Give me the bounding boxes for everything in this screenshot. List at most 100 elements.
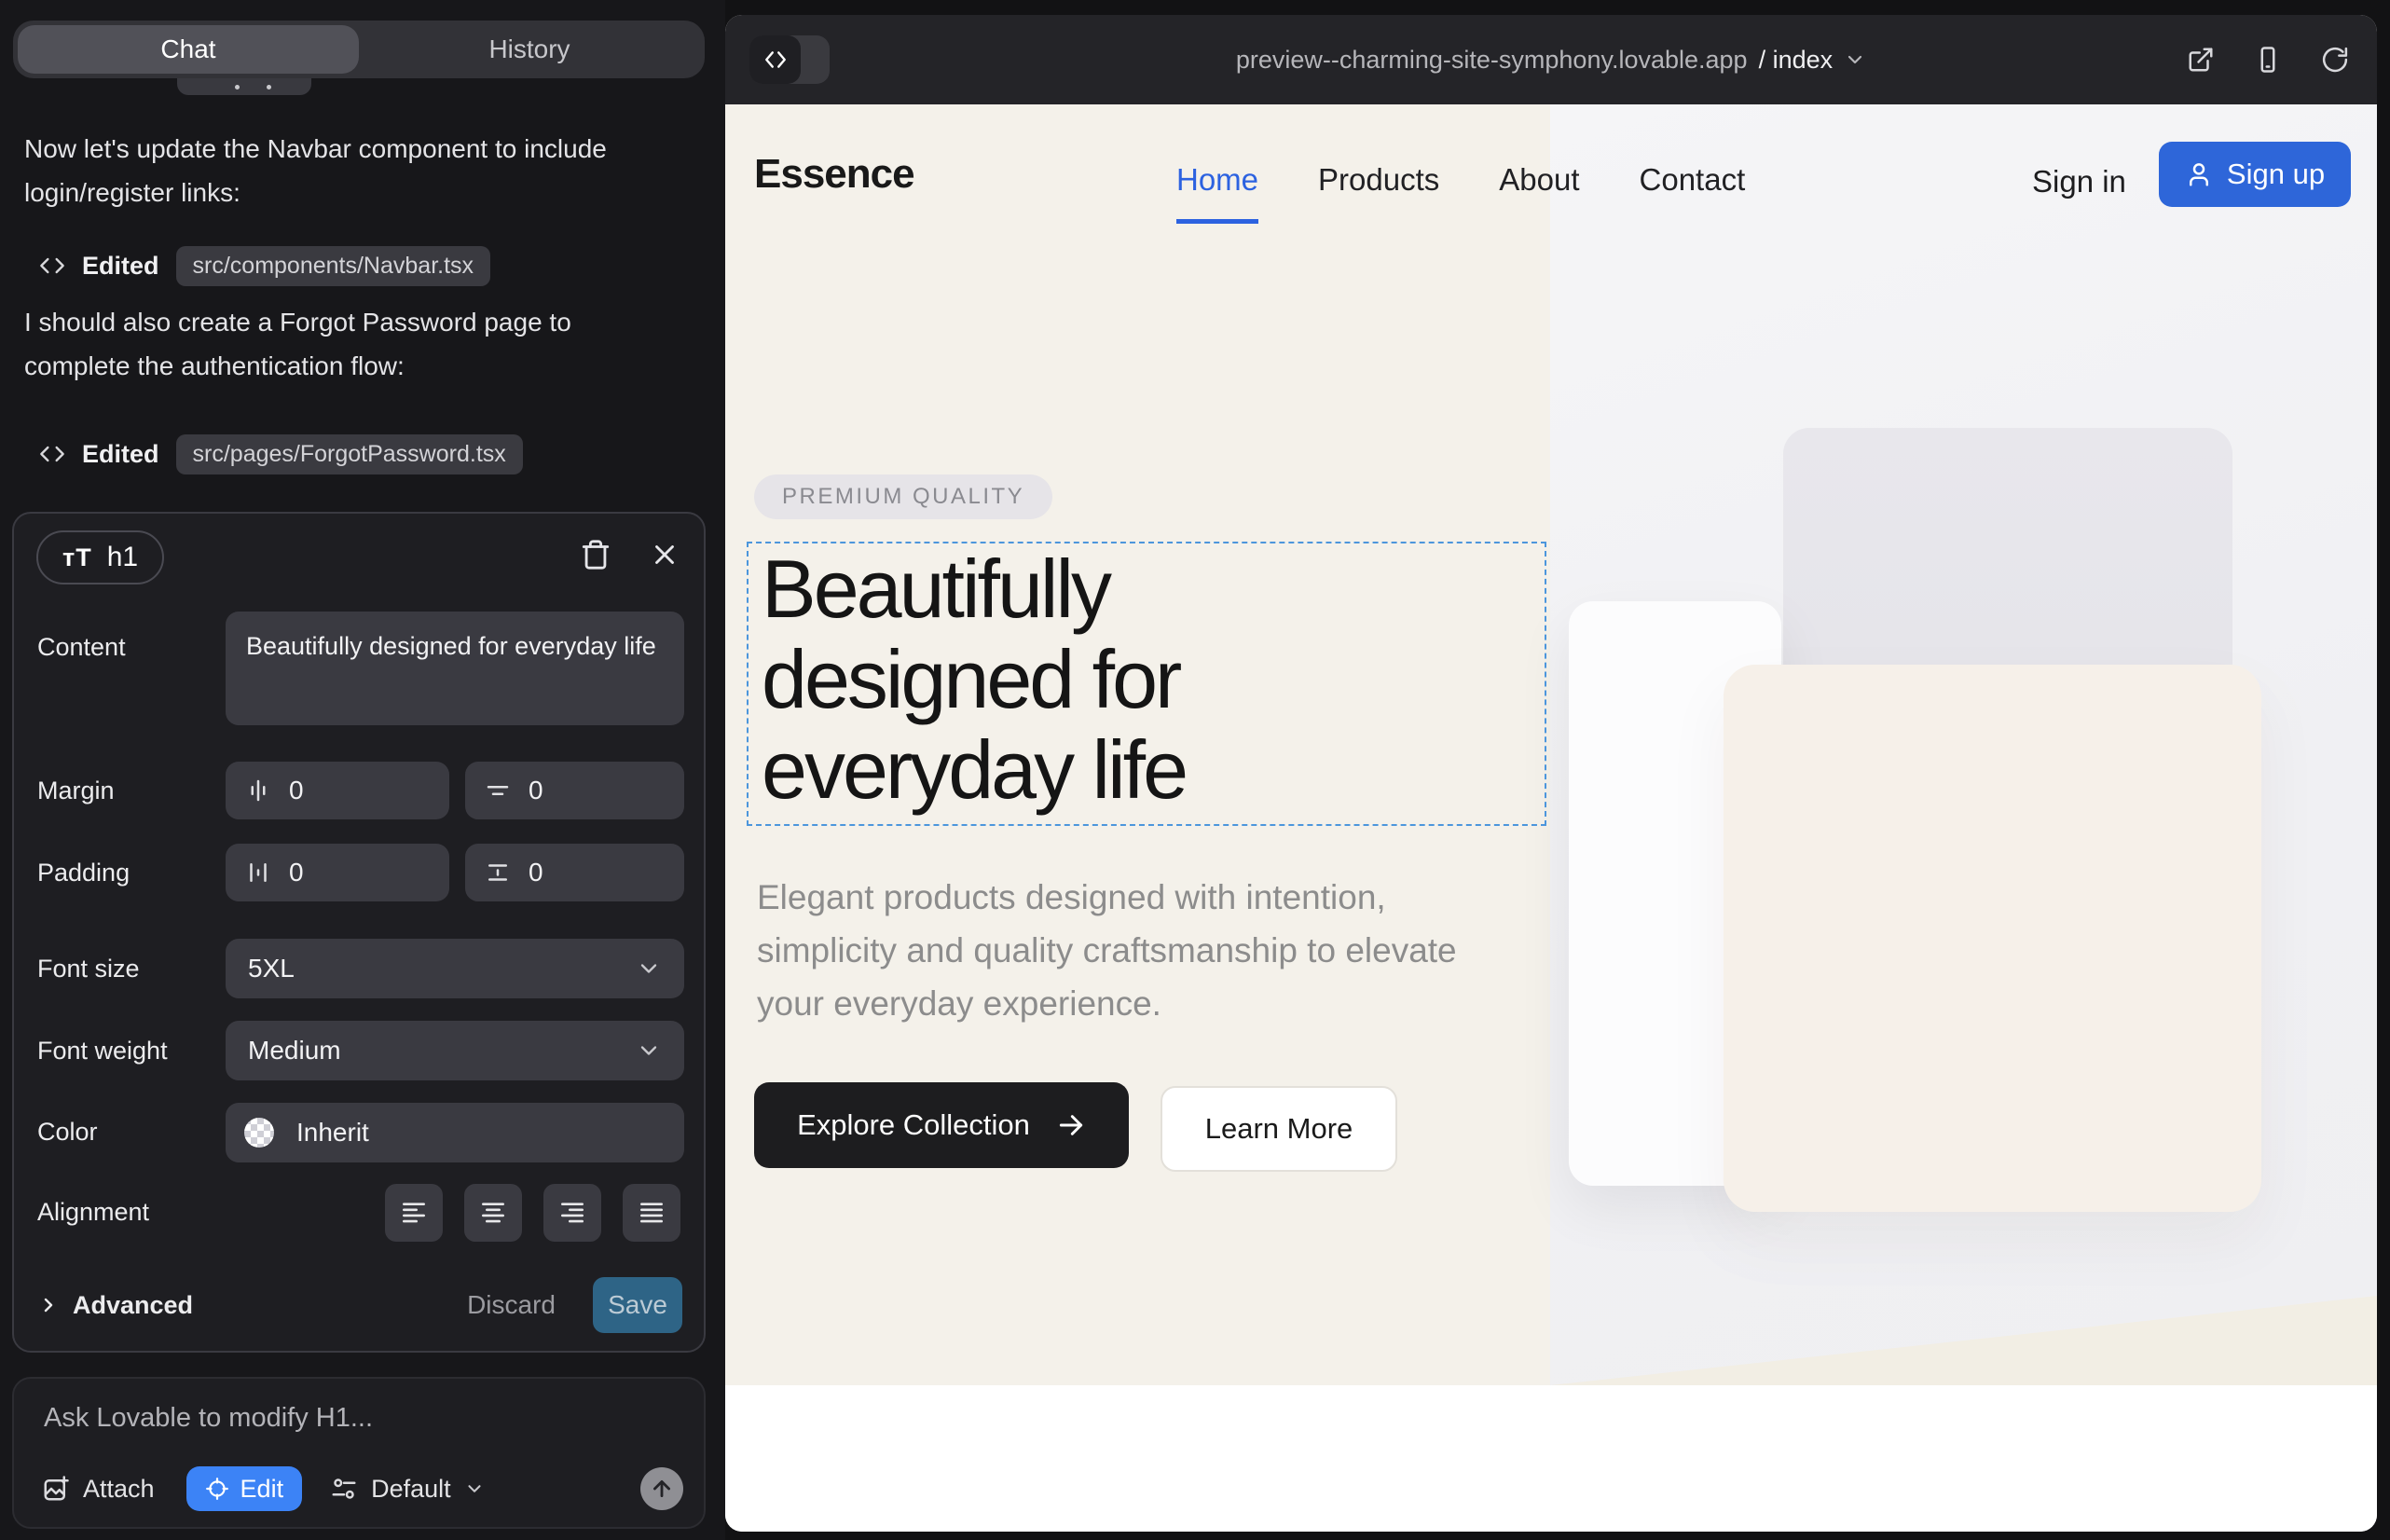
hero-cream-card — [1724, 665, 2261, 1212]
site-nav: Home Products About Contact — [1176, 162, 1745, 198]
margin-x-input[interactable]: 0 — [226, 762, 449, 819]
font-size-value: 5XL — [248, 954, 295, 983]
code-icon — [39, 253, 65, 279]
chat-message: I should also create a Forgot Password p… — [24, 300, 658, 388]
align-right-icon — [557, 1198, 587, 1228]
align-left-button[interactable] — [385, 1184, 443, 1242]
site-logo[interactable]: Essence — [754, 151, 914, 198]
nav-link-home[interactable]: Home — [1176, 162, 1258, 198]
preview-topbar: preview--charming-site-symphony.lovable.… — [725, 15, 2377, 104]
padding-y-input[interactable]: 0 — [465, 844, 684, 901]
preview-window: preview--charming-site-symphony.lovable.… — [725, 15, 2377, 1532]
padding-horizontal-icon — [244, 859, 272, 887]
attach-button[interactable]: Attach — [42, 1475, 155, 1504]
scrolled-badge-partial — [177, 78, 311, 95]
align-right-button[interactable] — [543, 1184, 601, 1242]
composer-input[interactable] — [44, 1403, 659, 1450]
tab-history[interactable]: History — [359, 25, 700, 74]
save-button[interactable]: Save — [593, 1277, 682, 1333]
content-label: Content — [37, 633, 126, 662]
preview-content: Essence Home Products About Contact Sign… — [725, 104, 2377, 1532]
hero-section: Essence Home Products About Contact Sign… — [725, 104, 2377, 1385]
hero-heading-selected[interactable]: Beautifully designed for everyday life — [747, 542, 1546, 826]
discard-button[interactable]: Discard — [467, 1290, 556, 1320]
sliders-icon — [330, 1475, 358, 1503]
hero-heading-line: everyday life — [762, 724, 1545, 815]
chevron-right-icon — [37, 1294, 60, 1316]
url-path: / index — [1759, 46, 1834, 75]
external-link-icon — [2187, 46, 2215, 74]
margin-x-value: 0 — [289, 776, 304, 805]
padding-y-value: 0 — [529, 858, 543, 887]
sign-up-button[interactable]: Sign up — [2159, 142, 2351, 207]
hero-heading-line: designed for — [762, 634, 1545, 724]
url-bar[interactable]: preview--charming-site-symphony.lovable.… — [725, 15, 2377, 104]
model-select-label: Default — [371, 1475, 451, 1504]
align-justify-icon — [637, 1198, 666, 1228]
nav-link-about[interactable]: About — [1499, 162, 1579, 198]
content-input[interactable]: Beautifully designed for everyday life — [226, 612, 684, 725]
chat-message: Now let's update the Navbar component to… — [24, 127, 658, 214]
align-justify-button[interactable] — [623, 1184, 680, 1242]
delete-element-button[interactable] — [575, 534, 616, 575]
color-swatch — [244, 1118, 274, 1148]
learn-more-button[interactable]: Learn More — [1161, 1086, 1397, 1172]
mobile-view-button[interactable] — [2252, 44, 2284, 76]
hero-heading-line: Beautifully — [762, 543, 1545, 634]
edit-mode-label: Edit — [240, 1475, 284, 1504]
lovable-app: Chat History Now let's update the Navbar… — [0, 0, 2390, 1540]
send-button[interactable] — [640, 1467, 683, 1510]
element-editor-panel: ᴛT h1 Content Beautifully designed for e… — [12, 512, 706, 1353]
chat-composer: Attach Edit Default — [12, 1377, 706, 1529]
margin-label: Margin — [37, 777, 115, 805]
refresh-icon — [2321, 46, 2349, 74]
attach-label: Attach — [83, 1475, 155, 1504]
font-size-label: Font size — [37, 955, 140, 983]
font-weight-value: Medium — [248, 1036, 341, 1066]
code-icon — [39, 441, 65, 467]
font-weight-select[interactable]: Medium — [226, 1021, 684, 1080]
selected-element-pill[interactable]: ᴛT h1 — [36, 530, 164, 584]
edit-mode-button[interactable]: Edit — [186, 1466, 303, 1511]
color-value: Inherit — [296, 1118, 369, 1148]
edited-label: Edited — [82, 440, 159, 469]
align-left-icon — [399, 1198, 429, 1228]
align-center-icon — [478, 1198, 508, 1228]
edited-file-row[interactable]: Edited src/pages/ForgotPassword.tsx — [39, 434, 523, 474]
file-path-badge[interactable]: src/pages/ForgotPassword.tsx — [176, 434, 523, 474]
edited-file-row[interactable]: Edited src/components/Navbar.tsx — [39, 246, 490, 285]
font-weight-label: Font weight — [37, 1037, 168, 1066]
refresh-button[interactable] — [2319, 44, 2351, 76]
crosshair-icon — [205, 1477, 229, 1501]
explore-collection-label: Explore Collection — [797, 1108, 1030, 1142]
image-plus-icon — [42, 1475, 70, 1503]
file-path-badge[interactable]: src/components/Navbar.tsx — [176, 246, 491, 286]
preview-actions — [2185, 15, 2351, 104]
margin-horizontal-icon — [244, 777, 272, 804]
tab-chat[interactable]: Chat — [18, 25, 359, 74]
chevron-down-icon — [636, 1038, 662, 1064]
alignment-label: Alignment — [37, 1198, 149, 1227]
smartphone-icon — [2254, 46, 2282, 74]
font-size-select[interactable]: 5XL — [226, 939, 684, 998]
align-center-button[interactable] — [464, 1184, 522, 1242]
explore-collection-button[interactable]: Explore Collection — [754, 1082, 1129, 1168]
nav-link-contact[interactable]: Contact — [1640, 162, 1746, 198]
sidebar-tabs: Chat History — [13, 21, 705, 78]
model-select[interactable]: Default — [330, 1475, 485, 1504]
chevron-down-icon — [464, 1478, 485, 1499]
nav-link-products[interactable]: Products — [1318, 162, 1439, 198]
premium-quality-badge: PREMIUM QUALITY — [754, 474, 1052, 519]
color-select[interactable]: Inherit — [226, 1103, 684, 1162]
margin-vertical-icon — [484, 777, 512, 804]
padding-vertical-icon — [484, 859, 512, 887]
chevron-down-icon — [636, 956, 662, 982]
close-panel-button[interactable] — [644, 534, 685, 575]
sign-in-link[interactable]: Sign in — [2032, 164, 2126, 199]
open-external-button[interactable] — [2185, 44, 2217, 76]
element-tag-label: h1 — [107, 542, 138, 573]
padding-x-value: 0 — [289, 858, 304, 887]
margin-y-input[interactable]: 0 — [465, 762, 684, 819]
padding-x-input[interactable]: 0 — [226, 844, 449, 901]
advanced-toggle[interactable]: Advanced — [37, 1291, 193, 1320]
